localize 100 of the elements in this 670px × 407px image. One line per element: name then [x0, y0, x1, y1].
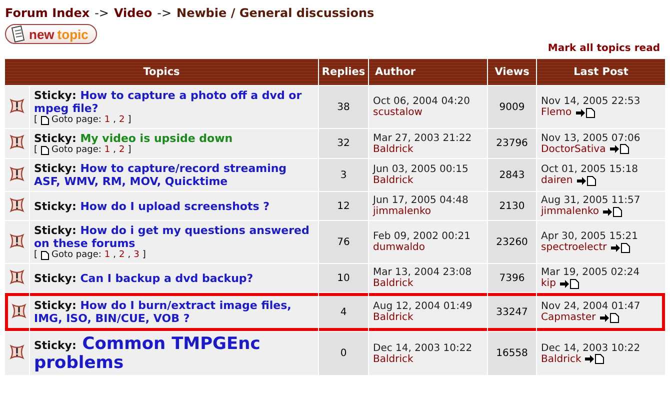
- breadcrumb-link[interactable]: Video: [114, 6, 152, 20]
- post-date: Nov 24, 2004 01:47: [541, 301, 642, 312]
- goto-label: Goto page:: [52, 145, 102, 155]
- views-cell: 2843: [488, 159, 536, 191]
- page-link[interactable]: 1: [104, 145, 110, 155]
- goto-post-icon[interactable]: [560, 278, 579, 288]
- bracket: ]: [128, 115, 132, 125]
- goto-post-icon[interactable]: [610, 144, 629, 154]
- page-link[interactable]: 2: [119, 250, 125, 260]
- post-date: Jun 03, 2005 00:15: [373, 164, 470, 175]
- column-header: Last Post: [537, 59, 665, 85]
- author-link[interactable]: Flemo: [541, 107, 572, 118]
- sticky-icon: [8, 196, 26, 214]
- post-date: Mar 13, 2004 23:08: [373, 267, 473, 278]
- author-link[interactable]: jimmalenko: [373, 206, 484, 217]
- page-icon: [40, 146, 49, 154]
- breadcrumb-link[interactable]: Forum Index: [5, 6, 90, 20]
- bracket: [: [34, 145, 38, 155]
- column-header: Replies: [319, 59, 368, 85]
- new-topic-button[interactable]: new topic: [5, 24, 98, 44]
- replies-cell: 76: [319, 221, 368, 263]
- goto-label: Goto page:: [52, 250, 102, 260]
- post-date: Mar 19, 2005 02:24: [541, 267, 641, 278]
- column-header: Author: [369, 59, 488, 85]
- post-date: Mar 27, 2003 21:22: [373, 132, 473, 144]
- page-icon: [40, 116, 49, 124]
- bracket: [: [34, 250, 38, 260]
- sticky-icon: [8, 268, 26, 286]
- page-link[interactable]: 3: [134, 250, 140, 260]
- author-link[interactable]: Baldrick: [373, 278, 484, 289]
- author-link[interactable]: Baldrick: [373, 354, 484, 365]
- post-date: Nov 14, 2005 22:53: [541, 96, 642, 107]
- author-link[interactable]: Baldrick: [373, 144, 484, 154]
- author-link[interactable]: kip: [541, 278, 556, 289]
- replies-cell: 12: [319, 192, 368, 220]
- author-link[interactable]: Baldrick: [373, 175, 484, 186]
- goto-post-icon[interactable]: [600, 312, 619, 322]
- comma: ,: [113, 250, 116, 260]
- goto-post-icon[interactable]: [585, 354, 604, 364]
- goto-post-icon[interactable]: [610, 242, 630, 252]
- page-link[interactable]: 1: [104, 115, 110, 125]
- goto-post-icon[interactable]: [576, 176, 596, 186]
- post-date: Dec 14, 2003 10:22: [541, 342, 642, 354]
- breadcrumb-separator: ->: [157, 6, 172, 20]
- document-icon: [10, 25, 26, 43]
- sticky-icon: [8, 133, 26, 151]
- post-date: Dec 14, 2003 10:22: [373, 342, 474, 354]
- replies-cell: 32: [319, 129, 368, 158]
- sticky-icon: [10, 302, 28, 320]
- page-icon: [40, 250, 49, 260]
- sticky-icon: [8, 96, 26, 114]
- author-link[interactable]: spectroelectr: [541, 242, 607, 253]
- comma: ,: [113, 145, 116, 155]
- replies-cell: 3: [319, 159, 368, 191]
- views-cell: 7396: [488, 264, 536, 292]
- topic-link[interactable]: Sticky: How do i get my questions answered on these forums: [34, 224, 314, 250]
- bracket: ]: [142, 250, 146, 260]
- sticky-icon: [8, 232, 26, 250]
- post-date: Jun 17, 2005 04:48: [373, 195, 470, 206]
- comma: ,: [128, 250, 131, 260]
- author-link[interactable]: Baldrick: [373, 312, 484, 323]
- views-cell: 9009: [488, 86, 536, 128]
- sticky-icon: [8, 164, 26, 182]
- author-link[interactable]: Capmaster: [541, 312, 596, 323]
- post-date: Apr 30, 2005 15:21: [541, 231, 640, 242]
- author-link[interactable]: jimmalenko: [541, 206, 600, 217]
- author-link[interactable]: dairen: [541, 175, 573, 186]
- author-link[interactable]: Baldrick: [541, 354, 582, 365]
- post-date: Oct 06, 2004 04:20: [373, 96, 472, 107]
- author-link[interactable]: dumwaldo: [373, 242, 484, 253]
- sticky-icon: [8, 343, 26, 362]
- author-link[interactable]: scustalow: [373, 107, 484, 118]
- page-link[interactable]: 1: [104, 250, 110, 260]
- bracket: ]: [128, 145, 132, 155]
- post-date: Feb 09, 2002 00:21: [373, 231, 472, 242]
- mark-read-link[interactable]: Mark all topics read: [548, 43, 660, 54]
- views-cell: 2130: [488, 192, 536, 220]
- goto-label: Goto page:: [52, 115, 102, 125]
- breadcrumb-link[interactable]: Newbie / General discussions: [176, 6, 374, 20]
- post-date: Nov 13, 2005 07:06: [541, 132, 642, 144]
- topic-link[interactable]: Sticky: My video is upside down: [34, 132, 314, 145]
- breadcrumb-separator: ->: [94, 6, 109, 20]
- replies-cell: 4: [319, 293, 368, 331]
- goto-post-icon[interactable]: [576, 108, 595, 118]
- comma: ,: [113, 115, 116, 125]
- column-header: Topics: [5, 59, 318, 85]
- topic-link[interactable]: Sticky: How to capture a photo off a dvd or mpeg file?: [34, 89, 314, 115]
- post-date: Aug 31, 2005 11:57: [541, 195, 642, 206]
- goto-post-icon[interactable]: [603, 206, 622, 216]
- replies-cell: 0: [319, 332, 368, 376]
- views-cell: 16558: [488, 332, 536, 376]
- views-cell: 33247: [488, 293, 536, 331]
- replies-cell: 38: [319, 86, 368, 128]
- page-link[interactable]: 2: [119, 115, 125, 125]
- author-link[interactable]: DoctorSativa: [541, 144, 606, 154]
- views-cell: 23260: [488, 221, 536, 263]
- column-header: Views: [488, 59, 536, 85]
- replies-cell: 10: [319, 264, 368, 292]
- page-link[interactable]: 2: [119, 145, 125, 155]
- post-date: Aug 12, 2004 01:49: [373, 301, 474, 312]
